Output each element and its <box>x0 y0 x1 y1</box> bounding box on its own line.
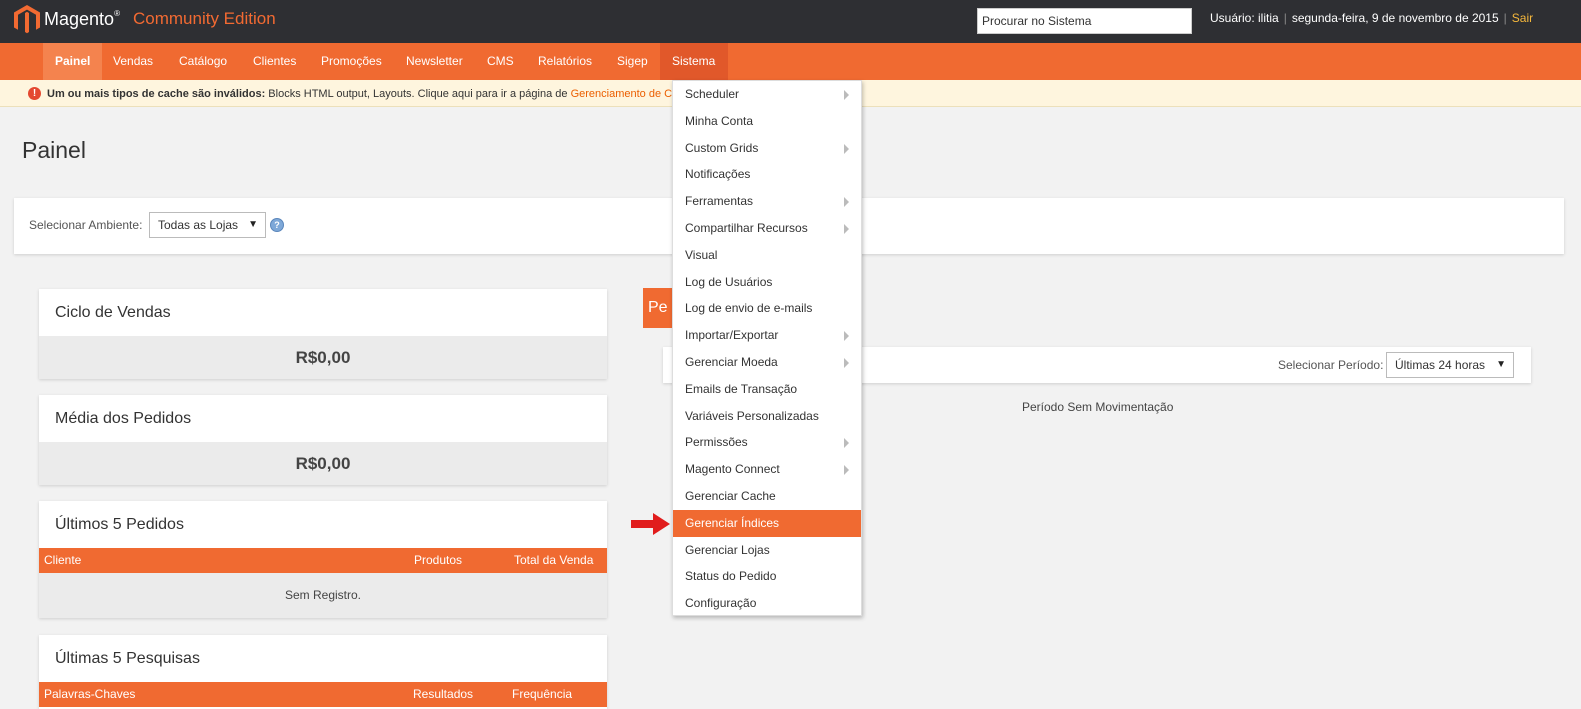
box-value: R$0,00 <box>39 442 607 485</box>
submenu-arrow-icon <box>844 358 849 368</box>
column-header[interactable]: Resultados <box>413 682 473 707</box>
menu-item-scheduler[interactable]: Scheduler <box>673 81 861 108</box>
menu-item-configuracao[interactable]: Configuração <box>673 590 861 617</box>
edition-label: Community Edition <box>133 9 276 28</box>
menu-item-log-de-usuarios[interactable]: Log de Usuários <box>673 269 861 296</box>
user-info: Usuário: ilitia | segunda-feira, 9 de nove… <box>1210 11 1533 25</box>
select-arrow-icon: ▼ <box>1496 359 1506 370</box>
menu-item-notificacoes[interactable]: Notificações <box>673 161 861 188</box>
nav-painel[interactable]: Painel <box>43 43 103 80</box>
nav-clientes[interactable]: Clientes <box>241 43 308 80</box>
menu-item-permissoes[interactable]: Permissões <box>673 429 861 456</box>
store-switcher-select[interactable]: Todas as Lojas ▼ <box>149 212 266 238</box>
menu-item-emails-de-transacao[interactable]: Emails de Transação <box>673 376 861 403</box>
main-nav: Painel Vendas Catálogo Clientes Promoçõe… <box>0 43 1581 80</box>
average-orders-box: Média dos Pedidos R$0,00 <box>39 395 607 485</box>
box-title: Últimas 5 Pesquisas <box>39 635 607 682</box>
system-dropdown-menu: Scheduler Minha Conta Custom Grids Notifica… <box>672 80 862 616</box>
submenu-arrow-icon <box>844 465 849 476</box>
menu-item-minha-conta[interactable]: Minha Conta <box>673 108 861 135</box>
separator: | <box>1503 11 1507 25</box>
nav-newsletter[interactable]: Newsletter <box>394 43 475 80</box>
menu-item-ferramentas[interactable]: Ferramentas <box>673 188 861 215</box>
submenu-arrow-icon <box>844 90 849 100</box>
page-title: Painel <box>22 137 86 163</box>
column-header[interactable]: Frequência <box>512 682 572 707</box>
menu-item-gerenciar-indices[interactable]: Gerenciar Índices <box>673 509 861 537</box>
box-title: Ciclo de Vendas <box>39 289 607 336</box>
column-header[interactable]: Produtos <box>414 548 462 573</box>
column-header[interactable]: Total da Venda <box>514 548 593 573</box>
menu-item-gerenciar-moeda[interactable]: Gerenciar Moeda <box>673 349 861 376</box>
separator: | <box>1283 11 1287 25</box>
submenu-arrow-icon <box>844 331 849 342</box>
menu-item-gerenciar-cache[interactable]: Gerenciar Cache <box>673 483 861 510</box>
nav-promocoes[interactable]: Promoções <box>309 43 394 80</box>
logo-text: Magento® <box>44 9 120 29</box>
column-header[interactable]: Palavras-Chaves <box>44 682 135 707</box>
error-icon: ! <box>28 87 41 100</box>
sales-cycle-box: Ciclo de Vendas R$0,00 <box>39 289 607 379</box>
submenu-arrow-icon <box>844 438 849 449</box>
submenu-arrow-icon <box>844 197 849 208</box>
message-text: Um ou mais tipos de cache são inválidos:… <box>47 88 673 100</box>
user-label: Usuário: ilitia <box>1210 11 1279 25</box>
menu-item-importar-exportar[interactable]: Importar/Exportar <box>673 322 861 349</box>
nav-cms[interactable]: CMS <box>475 43 526 80</box>
admin-header: Magento® Community Edition Usuário: ilit… <box>0 0 1581 43</box>
last-orders-box: Últimos 5 Pedidos Cliente Produtos Total… <box>39 501 607 618</box>
magento-logo-icon <box>14 5 40 34</box>
column-header[interactable]: Cliente <box>44 548 81 573</box>
submenu-arrow-icon <box>844 143 849 154</box>
store-switcher-label: Selecionar Ambiente: <box>29 218 143 232</box>
box-value: R$0,00 <box>39 336 607 379</box>
logout-link[interactable]: Sair <box>1512 11 1533 25</box>
last-searches-box: Últimas 5 Pesquisas Palavras-Chaves Resu… <box>39 635 607 709</box>
menu-item-variaveis-personalizadas[interactable]: Variáveis Personalizadas <box>673 403 861 430</box>
nav-catalogo[interactable]: Catálogo <box>167 43 239 80</box>
menu-item-custom-grids[interactable]: Custom Grids <box>673 135 861 162</box>
nav-vendas[interactable]: Vendas <box>101 43 165 80</box>
help-icon[interactable]: ? <box>270 218 284 232</box>
global-search-input[interactable] <box>977 8 1192 34</box>
nav-sigep[interactable]: Sigep <box>605 43 660 80</box>
menu-item-visual[interactable]: Visual <box>673 242 861 269</box>
grid-header: Cliente Produtos Total da Venda <box>39 548 607 573</box>
menu-item-status-do-pedido[interactable]: Status do Pedido <box>673 563 861 590</box>
menu-item-compartilhar-recursos[interactable]: Compartilhar Recursos <box>673 215 861 242</box>
nav-sistema[interactable]: Sistema <box>660 43 728 80</box>
menu-item-log-de-envio-de-e-mails[interactable]: Log de envio de e-mails <box>673 295 861 322</box>
current-date: segunda-feira, 9 de novembro de 2015 <box>1291 11 1499 25</box>
red-arrow-icon <box>631 513 670 535</box>
menu-item-magento-connect[interactable]: Magento Connect <box>673 456 861 483</box>
cache-management-link[interactable]: Gerenciamento de C <box>571 88 673 100</box>
grid-header: Palavras-Chaves Resultados Frequência <box>39 682 607 707</box>
menu-item-gerenciar-lojas[interactable]: Gerenciar Lojas <box>673 537 861 564</box>
chart-tab[interactable]: Pe <box>643 288 675 328</box>
nav-relatorios[interactable]: Relatórios <box>526 43 604 80</box>
select-arrow-icon: ▼ <box>248 219 258 230</box>
no-movement-text: Período Sem Movimentação <box>1022 400 1174 414</box>
box-title: Média dos Pedidos <box>39 395 607 442</box>
period-label: Selecionar Período: <box>1278 358 1384 372</box>
box-title: Últimos 5 Pedidos <box>39 501 607 548</box>
period-select[interactable]: Últimas 24 horas ▼ <box>1386 352 1514 378</box>
empty-grid-text: Sem Registro. <box>39 573 607 618</box>
submenu-arrow-icon <box>844 224 849 234</box>
